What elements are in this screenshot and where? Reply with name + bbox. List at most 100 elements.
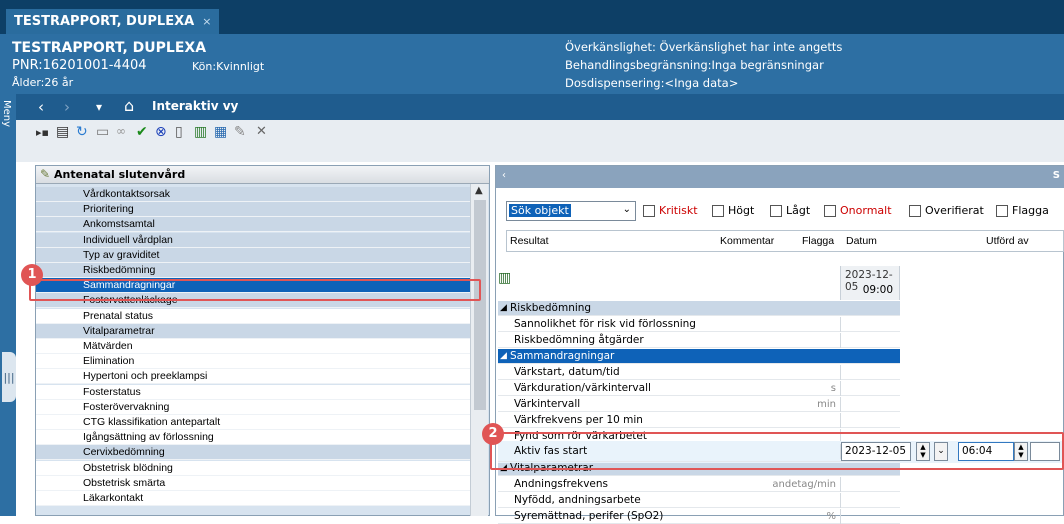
filter-checkbox[interactable]: Högt	[712, 204, 754, 217]
col-utford-av[interactable]: Utförd av	[986, 235, 1029, 247]
close-icon[interactable]: ✕	[256, 124, 267, 139]
filter-checkbox[interactable]: Flagga	[996, 204, 1049, 217]
close-icon[interactable]: ×	[202, 15, 211, 28]
col-datum[interactable]: Datum	[846, 235, 877, 247]
navigator-item[interactable]: Hypertoni och preeklampsi	[36, 369, 470, 384]
checkbox-icon[interactable]	[909, 204, 921, 217]
left-panel-header[interactable]: ✎ Antenatal slutenvård	[36, 166, 489, 184]
forward-icon[interactable]: ›	[64, 98, 70, 116]
checkbox-icon[interactable]	[824, 204, 836, 217]
patient-tab[interactable]: TESTRAPPORT, DUPLEXA ×	[6, 9, 220, 34]
scroll-up-icon[interactable]: ▲	[475, 185, 483, 196]
patient-pnr: PNR:16201001-4404	[12, 58, 147, 73]
grid-cell[interactable]	[840, 365, 900, 380]
grid-row[interactable]: Riskbedömning åtgärder	[498, 333, 900, 348]
filter-checkbox[interactable]: Overifierat	[909, 204, 984, 217]
grid-row[interactable]: Värkstart, datum/tid	[498, 365, 900, 380]
expand-icon[interactable]: ◢	[500, 301, 507, 316]
grid-section[interactable]: ◢ Riskbedömning	[498, 301, 900, 316]
chart2-icon[interactable]: ▦	[214, 124, 227, 140]
navigator-item[interactable]: Fosterstatus	[36, 385, 470, 400]
grid-cell[interactable]	[840, 397, 900, 412]
allergy-info[interactable]: Överkänslighet: Överkänslighet har inte …	[565, 40, 842, 54]
navigator-item[interactable]: CTG klassifikation antepartalt	[36, 415, 470, 430]
filter-label: Kritiskt	[659, 204, 698, 217]
glasses-icon[interactable]: ∞	[116, 124, 126, 138]
check-icon[interactable]: ✔	[136, 124, 148, 140]
chart-icon[interactable]: ▥	[194, 124, 207, 140]
grid-row-label: Riskbedömning	[510, 302, 592, 314]
left-scrollbar[interactable]: ▲	[470, 184, 488, 516]
navigator-item[interactable]: Obstetrisk blödning	[36, 461, 470, 476]
navigator-item[interactable]: Vitalparametrar	[36, 324, 470, 339]
panel-handle-icon[interactable]: |||	[2, 352, 16, 402]
grid-row[interactable]: Värkintervall min	[498, 397, 900, 412]
search-object-select[interactable]: Sök objekt ⌄	[506, 201, 636, 221]
grid-section[interactable]: ◢ Sammandragningar	[498, 349, 900, 364]
side-menu[interactable]: Meny |||	[0, 94, 16, 516]
navigator-item[interactable]: Mätvärden	[36, 339, 470, 354]
checkbox-icon[interactable]	[712, 204, 724, 217]
navigator-item[interactable]: Obstetrisk smärta	[36, 476, 470, 491]
expand-icon[interactable]: ◢	[500, 349, 507, 364]
grid-cell[interactable]	[840, 477, 900, 492]
grid-row[interactable]: Nyfödd, andningsarbete	[498, 493, 900, 508]
navigator-item[interactable]: Riskbedömning	[36, 263, 470, 278]
home-icon[interactable]: ⌂	[124, 96, 134, 115]
checkbox-icon[interactable]	[996, 204, 1008, 217]
grid-cell[interactable]	[840, 381, 900, 396]
refresh-icon[interactable]: ↻	[76, 124, 88, 140]
date-column-time: 09:00	[862, 284, 893, 296]
grid-cell[interactable]	[840, 317, 900, 332]
filter-label: Flagga	[1012, 204, 1049, 217]
navigator-item[interactable]: Vårdkontaktsorsak	[36, 187, 470, 202]
patient-header: TESTRAPPORT, DUPLEXA PNR:16201001-4404 K…	[0, 34, 1064, 94]
navigator-item[interactable]: Typ av graviditet	[36, 248, 470, 263]
chevron-down-icon[interactable]: ▾	[96, 100, 102, 114]
filter-checkbox[interactable]: Kritiskt	[643, 204, 698, 217]
grid-row[interactable]: Värkfrekvens per 10 min	[498, 413, 900, 428]
navigator-item[interactable]: Prioritering	[36, 202, 470, 217]
grid-row-label: Aktiv fas start	[514, 445, 588, 457]
pin-icon[interactable]: ▸▪	[36, 126, 49, 139]
document-icon[interactable]: ▯	[175, 124, 183, 140]
search-object-value: Sök objekt	[509, 204, 571, 217]
grid-row[interactable]: Aktiv fas start	[498, 444, 900, 462]
dose-dispensing-info[interactable]: Dosdispensering:<Inga data>	[565, 76, 738, 90]
cancel-icon[interactable]: ⊗	[155, 124, 167, 140]
grid-cell[interactable]	[840, 509, 900, 524]
grid-row[interactable]: Värkduration/värkintervall s	[498, 381, 900, 396]
filter-checkbox[interactable]: Lågt	[770, 204, 810, 217]
filter-checkbox[interactable]: Onormalt	[824, 204, 892, 217]
checkbox-icon[interactable]	[770, 204, 782, 217]
grid-row[interactable]: Andningsfrekvens andetag/min	[498, 477, 900, 492]
grid-icon[interactable]: ▤	[56, 124, 69, 140]
navigator-item[interactable]: Igångsättning av förlossning	[36, 430, 470, 445]
col-flagga[interactable]: Flagga	[802, 235, 834, 247]
scroll-thumb[interactable]	[474, 200, 486, 410]
treatment-limit-info[interactable]: Behandlingsbegränsning:Inga begränsninga…	[565, 58, 824, 72]
scroll-left-icon[interactable]: ‹	[502, 170, 506, 181]
grid-cell[interactable]	[840, 444, 900, 459]
right-panel-topbar: ‹ S	[496, 166, 1064, 188]
col-resultat[interactable]: Resultat	[510, 235, 549, 247]
navigator-item[interactable]: Ankomstsamtal	[36, 217, 470, 232]
navigator-item[interactable]: Fosterövervakning	[36, 400, 470, 415]
grid-cell[interactable]	[840, 493, 900, 508]
grid-cell[interactable]	[840, 333, 900, 348]
navigator-item[interactable]: Elimination	[36, 354, 470, 369]
sign-icon[interactable]: ✎	[234, 124, 246, 140]
card-icon[interactable]: ▭	[96, 124, 109, 140]
chevron-down-icon[interactable]: ⌄	[623, 204, 631, 215]
navigator-item[interactable]: Prenatal status	[36, 309, 470, 324]
back-icon[interactable]: ‹	[38, 98, 44, 116]
checkbox-icon[interactable]	[643, 204, 655, 217]
navigator-item[interactable]: Individuell vårdplan	[36, 233, 470, 248]
col-kommentar[interactable]: Kommentar	[720, 235, 774, 247]
grid-row[interactable]: Sannolikhet för risk vid förlossning	[498, 317, 900, 332]
date-column-header[interactable]: 2023-12-05 09:00	[840, 266, 900, 300]
navigator-item[interactable]: Läkarkontakt	[36, 491, 470, 506]
grid-cell[interactable]	[840, 413, 900, 428]
grid-row[interactable]: Syremättnad, perifer (SpO2)%	[498, 509, 900, 524]
navigator-item[interactable]: Cervixbedömning	[36, 445, 470, 460]
